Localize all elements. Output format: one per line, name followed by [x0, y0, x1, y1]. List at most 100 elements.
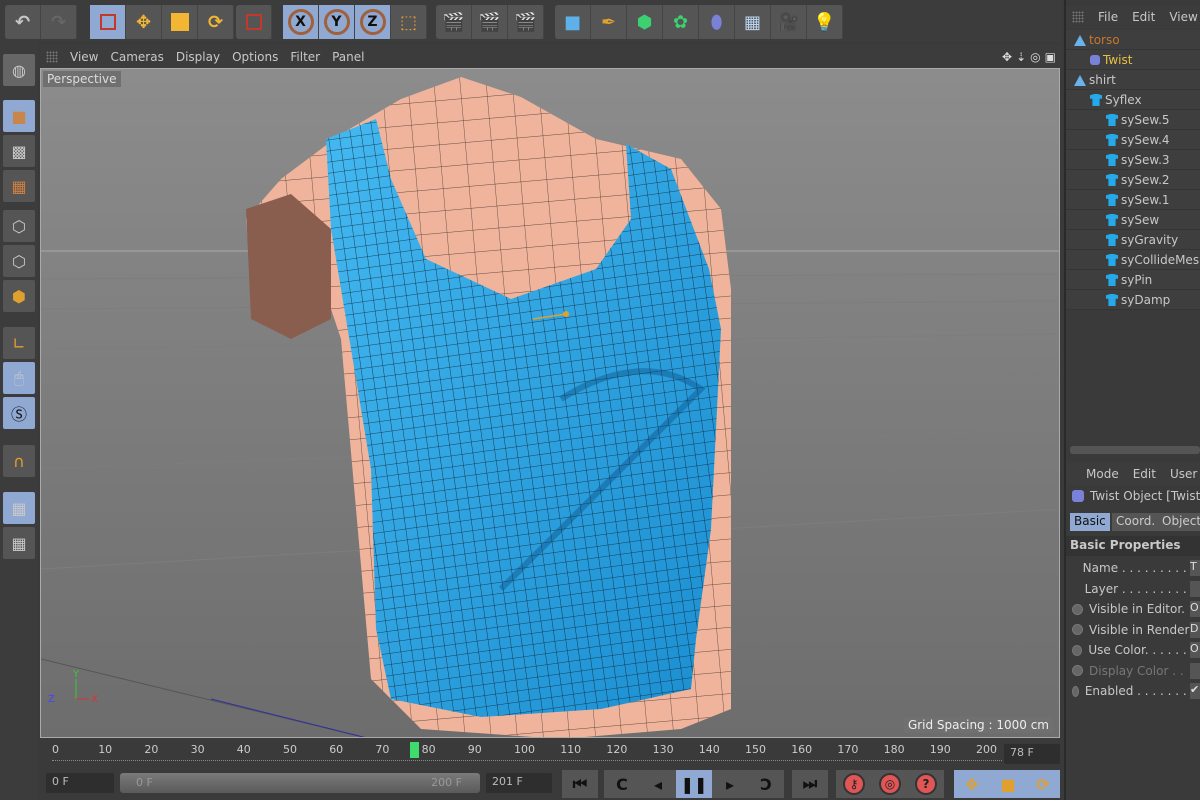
magnet-button[interactable]: ∩	[3, 445, 35, 477]
cloner-button[interactable]: ✿	[663, 5, 699, 39]
deformer-button[interactable]: ⬮	[699, 5, 735, 39]
x-axis-button[interactable]: X	[283, 5, 319, 39]
menu-user-data[interactable]: User D	[1170, 467, 1200, 481]
current-frame-field[interactable]: 78 F	[1004, 744, 1060, 764]
start-frame-field[interactable]: 0 F	[46, 773, 114, 793]
object-row[interactable]: syCollideMesh	[1066, 250, 1200, 270]
pan-icon[interactable]: ✥	[1002, 50, 1012, 64]
menu-mode[interactable]: Mode	[1086, 467, 1119, 481]
selection-mode-button[interactable]	[236, 5, 272, 39]
key-rotation-button[interactable]: ⟳	[1026, 770, 1060, 798]
menu-filter[interactable]: Filter	[290, 50, 320, 64]
animation-radio-icon[interactable]	[1072, 644, 1083, 656]
object-row[interactable]: sySew.2	[1066, 170, 1200, 190]
live-selection-button[interactable]	[90, 5, 126, 39]
prev-key-button[interactable]: C	[604, 770, 640, 798]
menu-display[interactable]: Display	[176, 50, 220, 64]
edges-mode-button[interactable]: ⬡	[3, 245, 35, 277]
animation-radio-icon[interactable]	[1072, 665, 1083, 676]
dolly-icon[interactable]: ⇣	[1016, 50, 1026, 64]
camera-button[interactable]: 🎥	[771, 5, 807, 39]
coordinate-system-button[interactable]: ⬚	[391, 5, 427, 39]
snap-button[interactable]: Ⓢ	[3, 397, 35, 429]
menu-cameras[interactable]: Cameras	[110, 50, 163, 64]
model-mode-button[interactable]: ■	[3, 100, 35, 132]
object-row[interactable]: sySew	[1066, 210, 1200, 230]
polygons-mode-button[interactable]: ⬢	[3, 280, 35, 312]
property-value[interactable]: T	[1190, 560, 1200, 576]
tab-object[interactable]: Object	[1158, 513, 1200, 531]
next-key-button[interactable]: Ɔ	[748, 770, 784, 798]
move-button[interactable]: ✥	[126, 5, 162, 39]
menu-panel[interactable]: Panel	[332, 50, 364, 64]
rotate-button[interactable]: ⟳	[198, 5, 234, 39]
pause-button[interactable]: ❚❚	[676, 770, 712, 798]
next-frame-button[interactable]: ▸	[712, 770, 748, 798]
property-value[interactable]	[1190, 662, 1200, 679]
timeline-ruler[interactable]: 0 10 20 30 40 50 60 70 80 90 100 110 120 130 140 150 160…	[40, 740, 1062, 768]
property-value[interactable]: O	[1190, 642, 1200, 658]
redo-button[interactable]: ↷	[41, 5, 77, 39]
keyframe-selection-button[interactable]: ?	[908, 770, 944, 798]
object-row[interactable]: sySew.4	[1066, 130, 1200, 150]
points-mode-button[interactable]: ⬡	[3, 210, 35, 242]
cube-button[interactable]: ■	[555, 5, 591, 39]
object-row[interactable]: Syflex	[1066, 90, 1200, 110]
prev-frame-button[interactable]: ◂	[640, 770, 676, 798]
subdivision-button[interactable]: ⬢	[627, 5, 663, 39]
object-row[interactable]: syPin	[1066, 270, 1200, 290]
tab-coord[interactable]: Coord.	[1112, 513, 1160, 531]
horizontal-scrollbar[interactable]	[1070, 446, 1200, 454]
object-row[interactable]: sySew.3	[1066, 150, 1200, 170]
texture-mode-button[interactable]: ▩	[3, 135, 35, 167]
record-keys-button[interactable]: ⚷	[836, 770, 872, 798]
object-row[interactable]: syDamp	[1066, 290, 1200, 310]
scale-button[interactable]	[162, 5, 198, 39]
animation-radio-icon[interactable]	[1072, 624, 1083, 635]
goto-start-button[interactable]: ⏮	[562, 770, 598, 798]
menu-file[interactable]: File	[1098, 10, 1118, 24]
viewport-3d[interactable]: Y X Z Perspective Grid Spacing : 1000 cm	[40, 68, 1060, 738]
twist-handle[interactable]	[563, 311, 569, 317]
floor-button[interactable]: ▦	[735, 5, 771, 39]
object-row[interactable]: Twist	[1066, 50, 1200, 70]
camera-label[interactable]: Perspective	[43, 71, 121, 87]
property-value[interactable]: D	[1190, 621, 1200, 638]
autokey-button[interactable]: ◎	[872, 770, 908, 798]
object-row[interactable]: syGravity	[1066, 230, 1200, 250]
maximize-icon[interactable]: ▣	[1045, 50, 1056, 64]
menu-edit[interactable]: Edit	[1133, 467, 1156, 481]
object-row[interactable]: torso	[1066, 30, 1200, 50]
axis-mode-button[interactable]: ∟	[3, 327, 35, 359]
menu-view[interactable]: View	[1169, 10, 1197, 24]
undo-button[interactable]: ↶	[5, 5, 41, 39]
animation-radio-icon[interactable]	[1072, 603, 1083, 615]
range-slider[interactable]: 0 F 200 F	[120, 773, 480, 793]
menu-options[interactable]: Options	[232, 50, 278, 64]
animation-radio-icon[interactable]	[1072, 685, 1079, 697]
key-scale-button[interactable]: ■	[990, 770, 1026, 798]
playhead[interactable]	[410, 742, 420, 758]
z-axis-button[interactable]: Z	[355, 5, 391, 39]
pen-button[interactable]: ✒	[591, 5, 627, 39]
render-picture-viewer-button[interactable]: 🎬	[472, 5, 508, 39]
goto-end-button[interactable]: ⏭	[792, 770, 828, 798]
property-value[interactable]: ✔	[1190, 683, 1200, 699]
render-view-button[interactable]: 🎬	[436, 5, 472, 39]
object-row[interactable]: sySew.1	[1066, 190, 1200, 210]
lock-workplane-button[interactable]: ▦	[3, 492, 35, 524]
key-position-button[interactable]: ✥	[954, 770, 990, 798]
tweak-mode-button[interactable]: 🖱	[3, 362, 35, 394]
property-value[interactable]	[1190, 580, 1200, 597]
planar-workplane-button[interactable]: ▦	[3, 527, 35, 559]
menu-view[interactable]: View	[70, 50, 98, 64]
orbit-icon[interactable]: ◎	[1030, 50, 1040, 64]
workplane-button[interactable]: ▦	[3, 170, 35, 202]
make-editable-button[interactable]: ◍	[3, 54, 35, 86]
object-row[interactable]: sySew.5	[1066, 110, 1200, 130]
object-row[interactable]: shirt	[1066, 70, 1200, 90]
tab-basic[interactable]: Basic	[1070, 513, 1110, 531]
y-axis-button[interactable]: Y	[319, 5, 355, 39]
end-frame-field[interactable]: 201 F	[486, 773, 552, 793]
render-settings-button[interactable]: 🎬	[508, 5, 544, 39]
